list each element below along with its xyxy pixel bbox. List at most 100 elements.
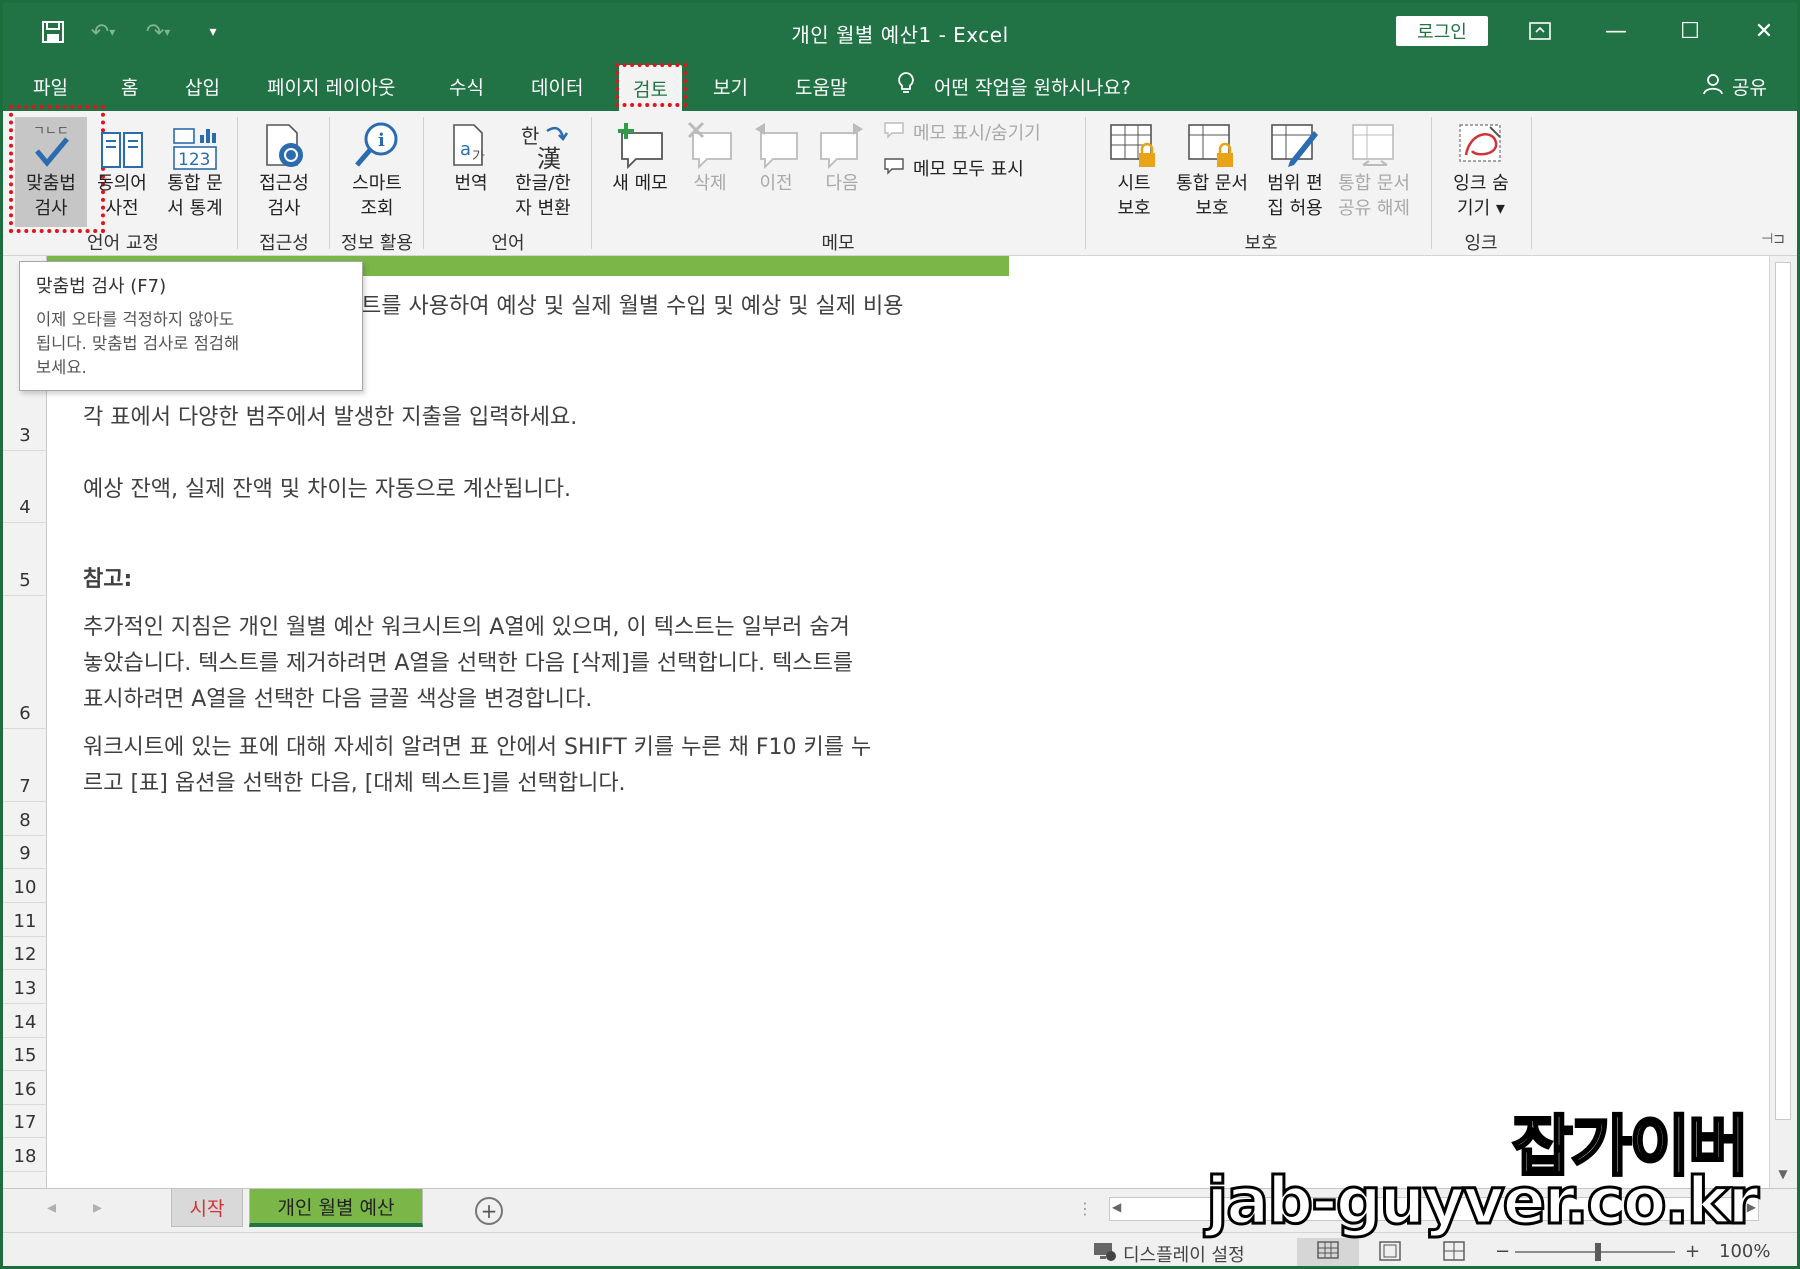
sheet-prev-icon[interactable]: ◂ (47, 1197, 56, 1218)
new-comment-button[interactable]: 새 메모 (603, 117, 677, 196)
share-label: 공유 (1732, 76, 1767, 99)
protect-sheet-button[interactable]: 시트 보호 (1099, 117, 1169, 221)
person-icon (1702, 73, 1724, 100)
row-header[interactable]: 14 (3, 1004, 47, 1038)
book-icon (98, 117, 146, 171)
grid-view-icon (1317, 1240, 1339, 1264)
tell-me-text: 어떤 작업을 원하시나요? (934, 76, 1131, 99)
row-headers: 3 4 5 6 7 8 9 10 11 12 13 14 15 16 17 18 (3, 256, 47, 1188)
tab-data[interactable]: 데이터 (531, 61, 583, 111)
smart-lookup-button[interactable]: i 스마트 조회 (337, 117, 417, 221)
hangul-hanja-button[interactable]: 한漢 한글/한 자 변환 (505, 117, 581, 221)
translate-button[interactable]: a가 번역 (435, 117, 507, 196)
comment-toggle-icon (883, 121, 905, 144)
row-header[interactable]: 16 (3, 1071, 47, 1105)
thesaurus-button[interactable]: 동의어 사전 (89, 117, 155, 221)
tab-page-layout[interactable]: 페이지 레이아웃 (267, 61, 395, 111)
row-header[interactable]: 3 (3, 394, 47, 451)
page-layout-view-button[interactable] (1379, 1241, 1401, 1266)
delete-comment-icon (685, 117, 735, 171)
hide-ink-button[interactable]: 잉크 숨 기기 ▾ (1441, 117, 1521, 221)
tell-me-box[interactable]: 어떤 작업을 원하시나요? (896, 61, 1131, 111)
svg-text:123: 123 (178, 150, 210, 170)
tab-help[interactable]: 도움말 (795, 61, 847, 111)
check-accessibility-button[interactable]: 접근성 검사 (247, 117, 321, 221)
sheet-tab-start[interactable]: 시작 (171, 1189, 243, 1227)
tab-split-handle[interactable]: ⋮ (1077, 1199, 1093, 1218)
cell-note-p2-line2[interactable]: 르고 [표] 옵션을 선택한 다음, [대체 텍스트]를 선택합니다. (83, 766, 626, 802)
worksheet-grid[interactable]: 3 4 5 6 7 8 9 10 11 12 13 14 15 16 17 18… (3, 256, 1767, 1188)
share-button[interactable]: 공유 (1702, 61, 1767, 111)
row-header[interactable]: 5 (3, 523, 47, 596)
tab-review[interactable]: 검토 (619, 65, 682, 111)
row-header[interactable]: 4 (3, 451, 47, 523)
tab-view[interactable]: 보기 (713, 61, 748, 111)
row-header[interactable]: 8 (3, 802, 47, 836)
tab-insert[interactable]: 삽입 (185, 61, 220, 111)
row-header[interactable]: 17 (3, 1105, 47, 1138)
page-break-icon (1443, 1241, 1465, 1266)
zoom-level[interactable]: 100% (1719, 1241, 1770, 1262)
svg-text:ㄱㄴㄷ: ㄱㄴㄷ (33, 124, 69, 139)
spelling-button[interactable]: ㄱㄴㄷ 맞춤법 검사 (15, 117, 87, 227)
login-button[interactable]: 로그인 (1396, 16, 1488, 46)
sheet-tab-monthly-budget[interactable]: 개인 월별 예산 (249, 1189, 423, 1227)
vertical-scrollbar[interactable]: ▲ ▼ (1769, 256, 1797, 1188)
add-sheet-icon[interactable]: + (475, 1197, 503, 1225)
zoom-in-button[interactable]: + (1685, 1241, 1700, 1262)
tooltip-title: 맞춤법 검사 (F7) (36, 276, 167, 297)
watermark-url: jab-guyver.co.kr (1205, 1164, 1761, 1241)
display-settings-button[interactable]: 디스플레이 설정 (1093, 1241, 1245, 1266)
protect-workbook-button[interactable]: 통합 문서 보호 (1167, 117, 1257, 221)
normal-view-button[interactable] (1297, 1238, 1359, 1266)
group-language-label: 언어 (491, 233, 525, 254)
cell-note-p1-line2[interactable]: 놓았습니다. 텍스트를 제거하려면 A열을 선택한 다음 [삭제]를 선택합니다… (83, 646, 853, 682)
accessibility-icon (261, 117, 307, 171)
cell-intro-text[interactable]: 트를 사용하여 예상 및 실제 월별 수입 및 예상 및 실제 비용 (361, 289, 903, 325)
new-comment-icon (614, 117, 666, 171)
pin-ribbon-icon[interactable]: ⊣⊐ (1761, 231, 1785, 247)
maximize-icon[interactable]: ☐ (1663, 13, 1717, 49)
show-all-comments-button[interactable]: 메모 모두 표시 (883, 155, 1024, 181)
sheet-next-icon[interactable]: ▸ (93, 1197, 102, 1218)
next-comment-icon (817, 117, 867, 171)
workbook-statistics-button[interactable]: 123 통합 문 서 통계 (157, 117, 233, 221)
row-header[interactable]: 15 (3, 1038, 47, 1071)
row-header[interactable]: 10 (3, 869, 47, 903)
row-header[interactable]: 9 (3, 836, 47, 869)
ink-icon (1456, 117, 1506, 171)
close-icon[interactable]: ✕ (1737, 13, 1791, 49)
minimize-icon[interactable]: — (1589, 13, 1643, 49)
protect-sheet-icon (1109, 117, 1159, 171)
ribbon-display-icon[interactable] (1513, 13, 1567, 49)
show-hide-comment-button: 메모 표시/숨기기 (883, 119, 1041, 145)
title-bar: ↶ ▾ ↷ ▾ ▾ 개인 월별 예산1 - Excel 로그인 — ☐ ✕ (3, 3, 1797, 61)
row-header[interactable]: 7 (3, 729, 47, 802)
translate-icon: a가 (448, 117, 494, 171)
zoom-out-button[interactable]: − (1495, 1241, 1510, 1262)
scroll-left-icon[interactable]: ◀ (1112, 1200, 1121, 1214)
cell-row4-text[interactable]: 예상 잔액, 실제 잔액 및 차이는 자동으로 계산됩니다. (83, 472, 571, 508)
cell-note-heading[interactable]: 참고: (83, 562, 132, 598)
scroll-thumb[interactable] (1775, 262, 1791, 1120)
tooltip-body: 이제 오타를 걱정하지 않아도 됩니다. 맞춤법 검사로 점검해 보세요. (36, 310, 240, 377)
row-header[interactable]: 11 (3, 903, 47, 937)
cell-note-p1-line1[interactable]: 추가적인 지침은 개인 월별 예산 워크시트의 A열에 있으며, 이 텍스트는 … (83, 610, 850, 646)
tab-file[interactable]: 파일 (33, 61, 68, 111)
row-header[interactable]: 13 (3, 970, 47, 1004)
row-header[interactable]: 6 (3, 596, 47, 729)
allow-edit-ranges-button[interactable]: 범위 편 집 허용 (1259, 117, 1331, 221)
cell-note-p1-line3[interactable]: 표시하려면 A열을 선택한 다음 글꼴 색상을 변경합니다. (83, 682, 592, 718)
page-break-view-button[interactable] (1443, 1241, 1465, 1266)
row-header[interactable]: 12 (3, 937, 47, 970)
tab-home[interactable]: 홈 (121, 61, 138, 111)
tab-formulas[interactable]: 수식 (449, 61, 484, 111)
cell-row3-text[interactable]: 각 표에서 다양한 범주에서 발생한 지출을 입력하세요. (83, 400, 577, 436)
row-header[interactable]: 18 (3, 1138, 47, 1172)
svg-text:a: a (460, 139, 471, 160)
zoom-slider-thumb[interactable] (1595, 1243, 1601, 1261)
scroll-down-icon[interactable]: ▼ (1773, 1164, 1793, 1184)
protect-workbook-icon (1187, 117, 1237, 171)
cell-note-p2-line1[interactable]: 워크시트에 있는 표에 대해 자세히 알려면 표 안에서 SHIFT 키를 누른… (83, 730, 871, 766)
group-accessibility-label: 접근성 (259, 233, 309, 254)
